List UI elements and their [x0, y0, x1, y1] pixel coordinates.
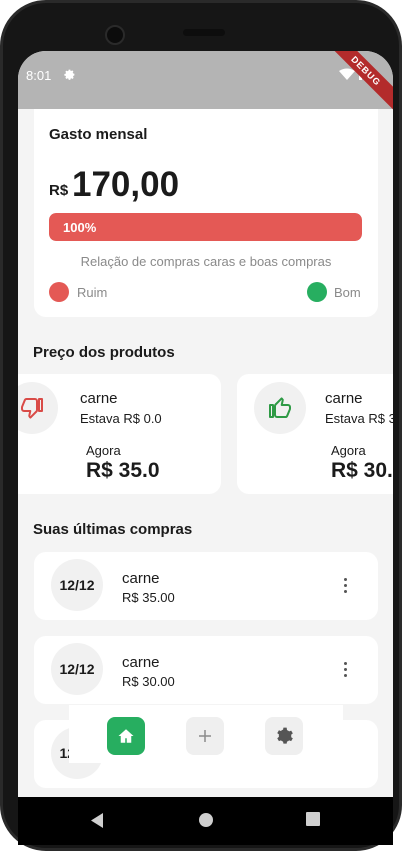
plus-icon — [199, 730, 211, 742]
bottom-navigation — [69, 705, 343, 763]
ratio-caption: Relação de compras caras e boas compras — [80, 254, 332, 269]
progress-label: 100% — [63, 220, 97, 235]
system-navigation-bar — [18, 797, 393, 845]
purchase-list-item[interactable]: 12/12 carne R$ 30.00 — [34, 636, 378, 704]
monthly-spending-title: Gasto mensal — [49, 126, 148, 143]
price-card-now-value: R$ 30.0 — [331, 459, 393, 482]
back-icon[interactable] — [89, 812, 105, 829]
purchase-price: R$ 30.00 — [122, 674, 175, 689]
price-card[interactable]: carne Estava R$ 0.0 Agora R$ 35.0 — [18, 374, 221, 494]
price-card-now-label: Agora — [331, 443, 366, 458]
more-options-icon[interactable] — [342, 578, 348, 596]
legend-label-good: Bom — [334, 285, 361, 300]
status-bar: 8:01 DEBUG — [18, 51, 393, 116]
monthly-spending-card: Gasto mensal R$ 170,00 100% Relação de c… — [34, 109, 378, 317]
home-icon — [118, 729, 134, 743]
price-card-now-value: R$ 35.0 — [86, 459, 160, 482]
phone-frame: 8:01 DEBUG Gasto mensal R$ 170,00 100% R… — [0, 0, 402, 851]
price-card[interactable]: carne Estava R$ 35.0 Agora R$ 30.0 — [237, 374, 393, 494]
monthly-amount: 170,00 — [72, 165, 180, 204]
purchases-section-title: Suas últimas compras — [33, 521, 193, 538]
recents-icon[interactable] — [306, 812, 320, 826]
status-time: 8:01 — [26, 68, 52, 83]
price-card-before: Estava R$ 35.0 — [325, 411, 393, 426]
home-button[interactable] — [107, 717, 145, 755]
purchase-date: 12/12 — [51, 559, 103, 611]
legend-label-bad: Ruim — [77, 285, 108, 300]
gear-icon — [277, 727, 293, 744]
app-screen: 8:01 DEBUG Gasto mensal R$ 170,00 100% R… — [18, 51, 393, 797]
price-card-product: carne — [80, 390, 118, 407]
front-camera — [105, 25, 125, 45]
settings-status-icon — [63, 68, 76, 86]
earpiece-speaker — [183, 29, 225, 36]
price-card-now-label: Agora — [86, 443, 121, 458]
prices-section-title: Preço dos produtos — [33, 344, 175, 361]
more-options-icon[interactable] — [342, 662, 348, 680]
price-card-product: carne — [325, 390, 363, 407]
legend-dot-bad — [49, 282, 69, 302]
purchase-product: carne — [122, 654, 160, 671]
purchase-list-item[interactable]: 12/12 carne R$ 35.00 — [34, 552, 378, 620]
spending-progress-bar: 100% — [49, 213, 362, 241]
legend-dot-good — [307, 282, 327, 302]
currency-symbol: R$ — [49, 182, 69, 199]
purchase-product: carne — [122, 570, 160, 587]
purchase-price: R$ 35.00 — [122, 590, 175, 605]
settings-button[interactable] — [265, 717, 303, 755]
thumbs-down-icon — [18, 382, 58, 434]
price-card-before: Estava R$ 0.0 — [80, 411, 162, 426]
add-button[interactable] — [186, 717, 224, 755]
purchase-date: 12/12 — [51, 643, 103, 695]
thumbs-up-icon — [254, 382, 306, 434]
home-system-icon[interactable] — [198, 812, 214, 828]
